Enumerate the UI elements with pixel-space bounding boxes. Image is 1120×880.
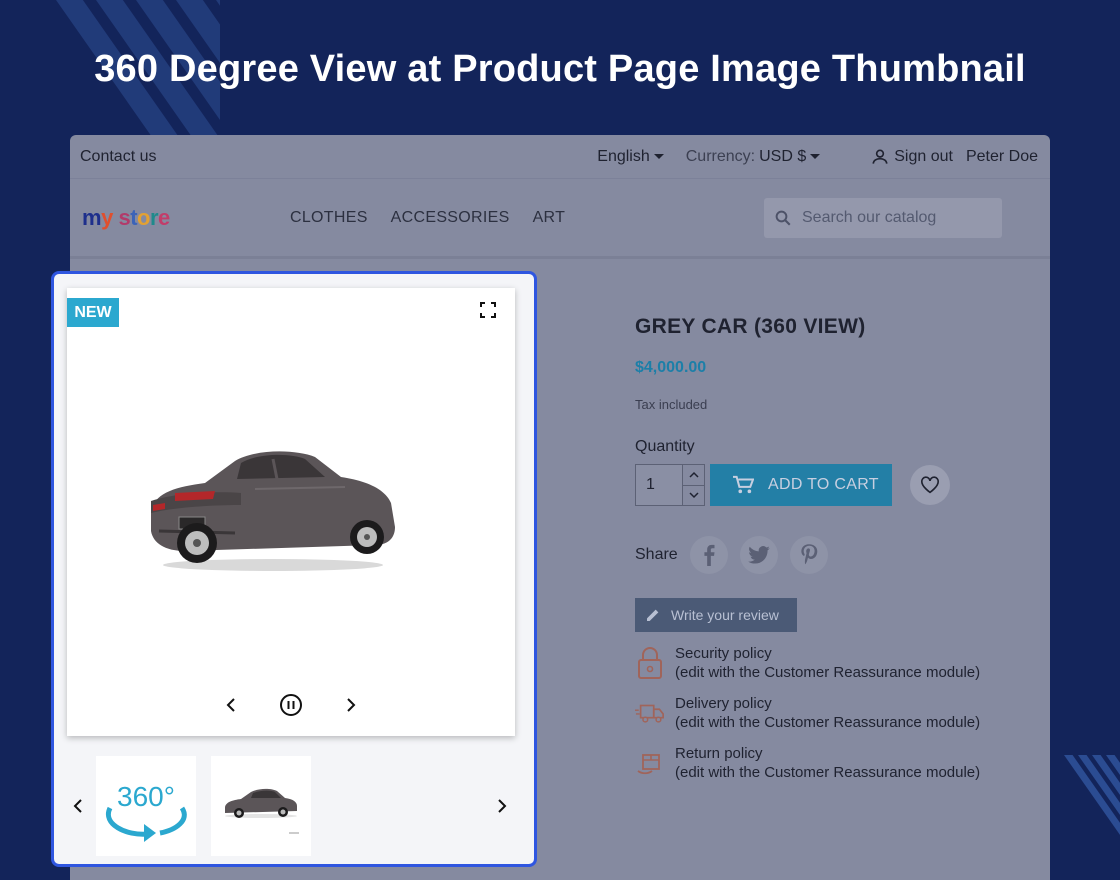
image-gallery-highlight: NEW 360° bbox=[51, 271, 537, 867]
viewer-controls bbox=[67, 692, 515, 718]
cart-icon bbox=[733, 475, 754, 494]
rotate-left-button[interactable] bbox=[218, 692, 244, 718]
reassurance-item-security: Security policy (edit with the Customer … bbox=[635, 644, 980, 682]
reassurance-item-delivery: Delivery policy (edit with the Customer … bbox=[635, 694, 980, 732]
pinterest-icon bbox=[801, 544, 817, 565]
search-icon bbox=[775, 210, 791, 225]
write-review-button[interactable]: Write your review bbox=[635, 598, 797, 632]
page-headline: 360 Degree View at Product Page Image Th… bbox=[94, 48, 1026, 90]
language-selector[interactable]: English bbox=[597, 147, 664, 166]
rotate-360-icon: 360° bbox=[105, 781, 187, 842]
search-input[interactable]: Search our catalog bbox=[764, 197, 1002, 238]
write-review-label: Write your review bbox=[671, 607, 779, 623]
product-info: GREY CAR (360 VIEW) $4,000.00 Tax includ… bbox=[635, 315, 980, 782]
rotate-right-button[interactable] bbox=[338, 692, 364, 718]
quantity-increase-button[interactable] bbox=[683, 465, 704, 485]
add-to-cart-label: ADD TO CART bbox=[768, 476, 879, 493]
store-topbar: Contact us English Currency: USD $ Sign … bbox=[70, 135, 1050, 179]
chevron-left-icon bbox=[73, 799, 82, 813]
search-placeholder: Search our catalog bbox=[802, 208, 937, 226]
heart-icon bbox=[921, 476, 939, 494]
menu-item-accessories[interactable]: ACCESSORIES bbox=[391, 209, 510, 227]
store-navbar: my store CLOTHES ACCESSORIES ART Search … bbox=[70, 179, 1050, 259]
account-name-link[interactable]: Peter Doe bbox=[966, 148, 1038, 166]
thumbnail-360-view[interactable]: 360° bbox=[96, 756, 196, 856]
lock-icon bbox=[635, 644, 665, 682]
product-price: $4,000.00 bbox=[635, 359, 707, 376]
user-name: Peter Doe bbox=[965, 147, 1038, 165]
thumbnail-360-label: 360° bbox=[117, 781, 175, 812]
currency-label: Currency: bbox=[685, 147, 756, 165]
product-main-image[interactable]: NEW bbox=[67, 288, 515, 736]
car-thumbnail-image bbox=[225, 788, 299, 834]
car-image bbox=[151, 451, 395, 571]
quantity-decrease-button[interactable] bbox=[683, 484, 704, 506]
pinterest-share-button[interactable] bbox=[789, 536, 828, 574]
currency-value: USD $ bbox=[759, 147, 807, 165]
quantity-label: Quantity bbox=[635, 438, 695, 455]
quantity-row: 1 ADD TO CART bbox=[635, 464, 980, 506]
reassurance-title: Security policy bbox=[675, 645, 772, 662]
thumbnail-next-button[interactable] bbox=[492, 796, 512, 816]
tax-note: Tax included bbox=[635, 397, 708, 412]
add-to-cart-button[interactable]: ADD TO CART bbox=[710, 464, 892, 506]
reassurance-desc: (edit with the Customer Reassurance modu… bbox=[675, 764, 981, 781]
chevron-down-icon bbox=[653, 154, 664, 159]
reassurance-desc: (edit with the Customer Reassurance modu… bbox=[675, 664, 981, 681]
reassurance-title: Return policy bbox=[675, 745, 763, 762]
facebook-icon bbox=[704, 544, 715, 566]
pause-icon bbox=[280, 694, 302, 716]
reassurance-title: Delivery policy bbox=[675, 695, 772, 712]
truck-icon bbox=[635, 694, 665, 732]
twitter-icon bbox=[747, 546, 770, 564]
sign-out-link[interactable]: Sign out bbox=[870, 147, 953, 167]
chevron-right-icon bbox=[347, 698, 356, 712]
currency-selector[interactable]: Currency: USD $ bbox=[685, 147, 821, 166]
menu-item-art[interactable]: ART bbox=[533, 209, 566, 227]
pause-button[interactable] bbox=[278, 692, 304, 718]
user-icon bbox=[872, 149, 888, 164]
contact-link[interactable]: Contact us bbox=[80, 148, 156, 166]
thumbnail-prev-button[interactable] bbox=[68, 796, 88, 816]
chevron-left-icon bbox=[226, 698, 235, 712]
fullscreen-icon[interactable] bbox=[479, 301, 497, 319]
twitter-share-button[interactable] bbox=[739, 536, 778, 574]
sign-out-label: Sign out bbox=[894, 147, 953, 165]
share-row: Share bbox=[635, 536, 980, 574]
share-label: Share bbox=[635, 546, 678, 563]
reassurance-item-return: Return policy (edit with the Customer Re… bbox=[635, 744, 980, 782]
chevron-down-icon bbox=[688, 492, 699, 498]
wishlist-button[interactable] bbox=[910, 465, 950, 505]
product-title: GREY CAR (360 VIEW) bbox=[635, 315, 866, 338]
thumbnail-strip: 360° bbox=[54, 756, 534, 856]
thumbnail-car[interactable] bbox=[211, 756, 311, 856]
main-menu: CLOTHES ACCESSORIES ART bbox=[290, 209, 565, 227]
new-badge: NEW bbox=[67, 298, 119, 327]
return-box-icon bbox=[635, 744, 665, 782]
store-logo[interactable]: my store bbox=[82, 205, 290, 231]
language-label: English bbox=[597, 147, 650, 165]
quantity-input[interactable]: 1 bbox=[635, 464, 683, 506]
pencil-icon bbox=[647, 609, 659, 621]
chevron-right-icon bbox=[498, 799, 507, 813]
facebook-share-button[interactable] bbox=[689, 536, 728, 574]
chevron-up-icon bbox=[688, 472, 699, 478]
menu-item-clothes[interactable]: CLOTHES bbox=[290, 209, 368, 227]
reassurance-list: Security policy (edit with the Customer … bbox=[635, 644, 980, 782]
quantity-stepper bbox=[683, 464, 705, 506]
chevron-down-icon bbox=[810, 154, 821, 159]
reassurance-desc: (edit with the Customer Reassurance modu… bbox=[675, 714, 981, 731]
